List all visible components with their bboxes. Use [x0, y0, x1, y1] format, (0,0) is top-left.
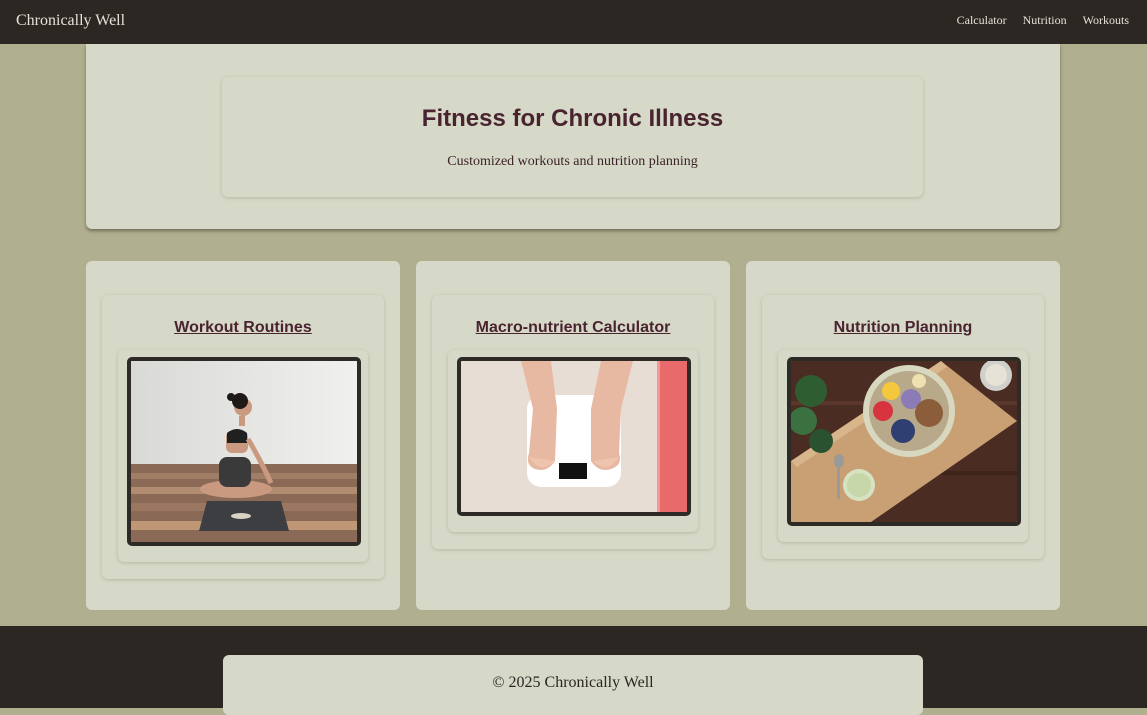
workout-routines-image[interactable] — [127, 357, 361, 546]
hero-subtitle: Customized workouts and nutrition planni… — [447, 154, 698, 169]
brand-link[interactable]: Chronically Well — [16, 12, 125, 30]
macro-calculator-link[interactable]: Macro-nutrient Calculator — [432, 319, 714, 337]
macro-calculator-image[interactable] — [457, 357, 691, 516]
nutrition-planning-image[interactable] — [787, 357, 1021, 526]
card-content: Workout Routines — [102, 295, 384, 579]
image-frame — [118, 350, 368, 562]
hero-section: Fitness for Chronic Illness Customized w… — [86, 44, 1060, 229]
nutrition-planning-link[interactable]: Nutrition Planning — [762, 319, 1044, 337]
nav-link-workouts[interactable]: Workouts — [1083, 13, 1129, 28]
card-nutrition-planning: Nutrition Planning — [746, 261, 1060, 610]
card-workout-routines: Workout Routines — [86, 261, 400, 610]
page-title: Fitness for Chronic Illness — [421, 105, 724, 132]
workout-routines-link[interactable]: Workout Routines — [102, 319, 384, 337]
card-content: Nutrition Planning — [762, 295, 1044, 559]
nav-link-nutrition[interactable]: Nutrition — [1023, 13, 1067, 28]
card-content: Macro-nutrient Calculator — [432, 295, 714, 549]
navbar: Chronically Well Calculator Nutrition Wo… — [0, 0, 1147, 44]
hero-content: Fitness for Chronic Illness Customized w… — [222, 77, 923, 197]
nav-links: Calculator Nutrition Workouts — [957, 13, 1129, 28]
footer: © 2025 Chronically Well — [0, 626, 1147, 715]
copyright-text: © 2025 Chronically Well — [492, 674, 654, 691]
nav-link-calculator[interactable]: Calculator — [957, 13, 1007, 28]
image-frame — [778, 350, 1028, 542]
image-frame — [448, 350, 698, 532]
card-macro-calculator: Macro-nutrient Calculator — [416, 261, 730, 610]
footer-box: © 2025 Chronically Well — [223, 655, 923, 715]
